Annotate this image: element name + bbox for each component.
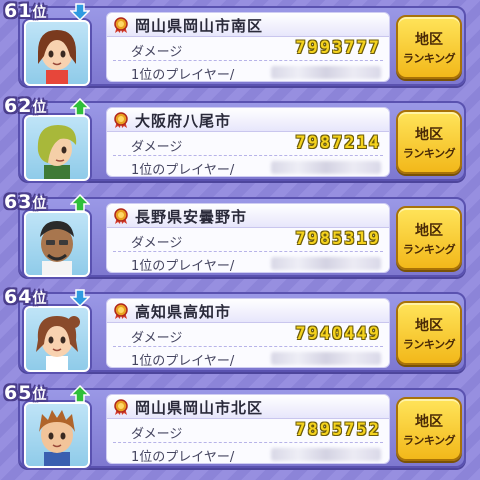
- medal-ribbon-icon: [114, 112, 128, 128]
- damage-value: 7987214: [295, 133, 381, 153]
- blurred-player-name: [271, 257, 381, 270]
- button-label-bottom: ランキング: [402, 338, 456, 351]
- rank-up-arrow-icon: [70, 385, 90, 403]
- city-name: 高知県高知市: [135, 303, 232, 321]
- rank-number: 64位: [4, 286, 47, 308]
- blurred-player-name: [271, 66, 381, 79]
- damage-value: 7895752: [295, 420, 381, 440]
- ranking-row: 長野県安曇野市 ダメージ 7985319 1位のプレイヤー/ 地区 ランキング: [0, 191, 480, 279]
- city-strip: 岡山県岡山市北区: [107, 395, 389, 419]
- button-label-bottom: ランキング: [402, 243, 456, 256]
- rank-down-arrow-icon: [70, 3, 90, 21]
- top-player-label: 1位のプレイヤー/: [131, 354, 235, 369]
- ranking-row: 高知県高知市 ダメージ 7940449 1位のプレイヤー/ 地区 ランキング 6…: [0, 286, 480, 374]
- city-strip: 大阪府八尾市: [107, 108, 389, 132]
- button-label-top: 地区: [415, 223, 443, 239]
- blurred-player-name: [271, 352, 381, 365]
- rank-suffix: 位: [32, 5, 48, 21]
- ranking-row: 岡山県岡山市南区 ダメージ 7993777 1位のプレイヤー/ 地区 ランキング: [0, 0, 480, 88]
- damage-value: 7940449: [295, 324, 381, 344]
- button-label-top: 地区: [415, 414, 443, 430]
- damage-value: 7985319: [295, 229, 381, 249]
- avatar: [24, 211, 90, 277]
- rank-value: 61: [4, 0, 33, 22]
- medal-ribbon-icon: [114, 303, 128, 319]
- damage-label: ダメージ: [131, 236, 183, 251]
- button-label-bottom: ランキング: [402, 434, 456, 447]
- blurred-player-name: [271, 448, 381, 461]
- rank-down-arrow-icon: [70, 289, 90, 307]
- rank-up-arrow-icon: [70, 98, 90, 116]
- rank-up-arrow-icon: [70, 194, 90, 212]
- city-strip: 高知県高知市: [107, 299, 389, 323]
- button-label-bottom: ランキング: [402, 52, 456, 65]
- damage-value: 7993777: [295, 38, 381, 58]
- city-name: 岡山県岡山市南区: [135, 17, 264, 35]
- divider: [113, 251, 383, 252]
- blurred-player-name: [271, 161, 381, 174]
- avatar: [24, 20, 90, 86]
- ranking-info-panel: 高知県高知市 ダメージ 7940449 1位のプレイヤー/: [106, 298, 390, 369]
- district-ranking-button[interactable]: 地区 ランキング: [396, 206, 462, 270]
- damage-label: ダメージ: [131, 427, 183, 442]
- button-label-top: 地区: [415, 127, 443, 143]
- city-strip: 長野県安曇野市: [107, 204, 389, 228]
- character-portrait-icon: [39, 410, 75, 466]
- top-player-label: 1位のプレイヤー/: [131, 163, 235, 178]
- ranking-row: 岡山県岡山市北区 ダメージ 7895752 1位のプレイヤー/ 地区 ランキング: [0, 382, 480, 470]
- rank-number: 65位: [4, 382, 47, 404]
- medal-ribbon-icon: [114, 17, 128, 33]
- city-name: 岡山県岡山市北区: [135, 399, 264, 417]
- city-strip: 岡山県岡山市南区: [107, 13, 389, 37]
- ranking-row: 大阪府八尾市 ダメージ 7987214 1位のプレイヤー/ 地区 ランキング 6…: [0, 95, 480, 183]
- rank-suffix: 位: [32, 291, 48, 307]
- district-ranking-button[interactable]: 地区 ランキング: [396, 110, 462, 174]
- damage-label: ダメージ: [131, 331, 183, 346]
- rank-value: 62: [4, 95, 33, 117]
- avatar: [24, 402, 90, 468]
- avatar: [24, 306, 90, 372]
- damage-label: ダメージ: [131, 140, 183, 155]
- character-portrait-icon: [36, 316, 80, 370]
- button-label-top: 地区: [415, 318, 443, 334]
- rank-value: 63: [4, 191, 33, 213]
- rank-value: 65: [4, 382, 33, 404]
- character-portrait-icon: [37, 125, 77, 179]
- rank-suffix: 位: [32, 100, 48, 116]
- top-player-label: 1位のプレイヤー/: [131, 450, 235, 465]
- rank-number: 63位: [4, 191, 47, 213]
- divider: [113, 442, 383, 443]
- damage-label: ダメージ: [131, 45, 183, 60]
- button-label-bottom: ランキング: [402, 147, 456, 160]
- district-ranking-button[interactable]: 地区 ランキング: [396, 301, 462, 365]
- ranking-info-panel: 岡山県岡山市北区 ダメージ 7895752 1位のプレイヤー/: [106, 394, 390, 465]
- rank-suffix: 位: [32, 196, 48, 212]
- city-name: 大阪府八尾市: [135, 112, 232, 130]
- medal-ribbon-icon: [114, 208, 128, 224]
- character-portrait-icon: [40, 221, 74, 275]
- button-label-top: 地区: [415, 32, 443, 48]
- rank-value: 64: [4, 286, 33, 308]
- rank-number: 62位: [4, 95, 47, 117]
- ranking-info-panel: 長野県安曇野市 ダメージ 7985319 1位のプレイヤー/: [106, 203, 390, 274]
- divider: [113, 155, 383, 156]
- divider: [113, 60, 383, 61]
- divider: [113, 346, 383, 347]
- rank-number: 61位: [4, 0, 47, 22]
- top-player-label: 1位のプレイヤー/: [131, 68, 235, 83]
- medal-ribbon-icon: [114, 399, 128, 415]
- ranking-info-panel: 岡山県岡山市南区 ダメージ 7993777 1位のプレイヤー/: [106, 12, 390, 83]
- rank-suffix: 位: [32, 387, 48, 403]
- ranking-list: 岡山県岡山市南区 ダメージ 7993777 1位のプレイヤー/ 地区 ランキング: [0, 0, 480, 480]
- city-name: 長野県安曇野市: [135, 208, 248, 226]
- top-player-label: 1位のプレイヤー/: [131, 259, 235, 274]
- district-ranking-button[interactable]: 地区 ランキング: [396, 15, 462, 79]
- district-ranking-button[interactable]: 地区 ランキング: [396, 397, 462, 461]
- character-portrait-icon: [38, 30, 76, 84]
- ranking-info-panel: 大阪府八尾市 ダメージ 7987214 1位のプレイヤー/: [106, 107, 390, 178]
- avatar: [24, 115, 90, 181]
